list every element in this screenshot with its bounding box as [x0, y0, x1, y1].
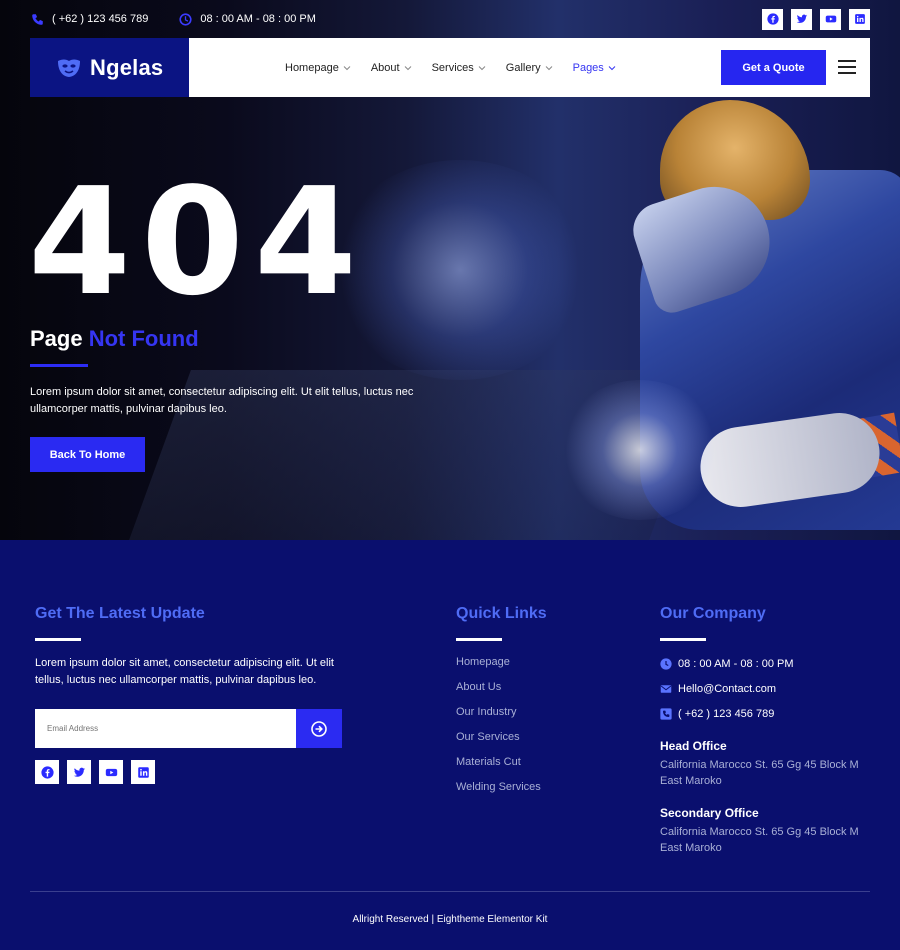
- phone-icon: [30, 12, 44, 26]
- phone-square-icon: [660, 708, 672, 720]
- site-footer: Get The Latest Update Lorem ipsum dolor …: [0, 540, 900, 950]
- envelope-icon: [660, 683, 672, 695]
- facebook-icon[interactable]: [762, 8, 783, 30]
- linkedin-icon[interactable]: [849, 8, 870, 30]
- secondary-office-address: California Marocco St. 65 Gg 45 Block M …: [660, 826, 859, 854]
- company-phone-text: ( +62 ) 123 456 789: [678, 708, 775, 720]
- chevron-down-icon: [545, 65, 552, 70]
- topbar-socials: [762, 8, 870, 30]
- hero-bg-sparks: [330, 160, 590, 380]
- get-quote-button[interactable]: Get a Quote: [721, 50, 826, 85]
- newsletter-underline: [35, 638, 81, 641]
- hamburger-menu-icon[interactable]: [838, 60, 856, 74]
- quick-links-underline: [456, 638, 502, 641]
- page-title-plain: Page: [30, 326, 89, 351]
- quick-link-about-us[interactable]: About Us: [456, 681, 541, 695]
- nav-item-label: Homepage: [285, 61, 339, 74]
- newsletter-submit-button[interactable]: [296, 709, 342, 748]
- copyright-text: Allright Reserved | Eightheme Elementor …: [352, 914, 548, 925]
- quick-link-welding-services[interactable]: Welding Services: [456, 781, 541, 795]
- twitter-icon[interactable]: [791, 8, 812, 30]
- quick-links-list: Homepage About Us Our Industry Our Servi…: [456, 656, 541, 795]
- head-office-address: California Marocco St. 65 Gg 45 Block M …: [660, 759, 859, 787]
- newsletter-text: Lorem ipsum dolor sit amet, consectetur …: [35, 657, 334, 686]
- main-navbar: Ngelas Homepage About Services Gallery P…: [30, 38, 870, 97]
- newsletter-heading: Get The Latest Update: [35, 605, 205, 622]
- nav-item-label: Gallery: [505, 61, 541, 74]
- company-heading: Our Company: [660, 605, 766, 622]
- youtube-icon[interactable]: [820, 8, 841, 30]
- nav-item-label: Pages: [572, 61, 604, 74]
- main-menu: Homepage About Services Gallery Pages: [285, 62, 616, 74]
- chevron-down-icon: [608, 65, 616, 70]
- nav-item-about[interactable]: About: [371, 62, 412, 74]
- title-underline: [30, 364, 88, 367]
- quick-link-our-industry[interactable]: Our Industry: [456, 706, 541, 720]
- topbar-hours-text: 08 : 00 AM - 08 : 00 PM: [200, 13, 316, 25]
- page-title: Page Not Found: [30, 326, 199, 352]
- topbar-phone-text: ( +62 ) 123 456 789: [52, 13, 149, 25]
- nav-item-services[interactable]: Services: [432, 62, 486, 74]
- site-logo[interactable]: Ngelas: [30, 38, 189, 97]
- topbar-hours: 08 : 00 AM - 08 : 00 PM: [178, 12, 316, 26]
- quick-links-heading: Quick Links: [456, 605, 547, 622]
- nav-item-gallery[interactable]: Gallery: [506, 62, 553, 74]
- twitter-icon[interactable]: [67, 760, 91, 784]
- page-title-highlight: Not Found: [88, 326, 199, 351]
- nav-item-label: Services: [431, 61, 474, 74]
- newsletter-form: [35, 709, 342, 748]
- nav-item-label: About: [370, 61, 400, 74]
- error-code: 404: [28, 156, 367, 328]
- footer-socials: [35, 760, 155, 784]
- logo-text: Ngelas: [90, 54, 164, 80]
- company-hours: 08 : 00 AM - 08 : 00 PM: [660, 657, 794, 671]
- chevron-down-icon: [343, 65, 351, 70]
- quick-link-our-services[interactable]: Our Services: [456, 731, 541, 745]
- back-to-home-button[interactable]: Back To Home: [30, 437, 145, 472]
- company-phone: ( +62 ) 123 456 789: [660, 707, 794, 721]
- email-input[interactable]: [35, 709, 296, 748]
- head-office-title: Head Office: [660, 739, 727, 753]
- quick-link-materials-cut[interactable]: Materials Cut: [456, 756, 541, 770]
- hero-description: Lorem ipsum dolor sit amet, consectetur …: [30, 386, 414, 415]
- mask-logo-icon: [58, 59, 80, 77]
- top-bar: ( +62 ) 123 456 789 08 : 00 AM - 08 : 00…: [30, 8, 870, 30]
- chevron-down-icon: [404, 65, 411, 70]
- chevron-down-icon: [478, 65, 486, 70]
- secondary-office-title: Secondary Office: [660, 806, 759, 820]
- hero-bg-weld-glow: [560, 380, 720, 520]
- clock-icon: [178, 12, 192, 26]
- company-contact-list: 08 : 00 AM - 08 : 00 PM Hello@Contact.co…: [660, 657, 794, 721]
- company-email: Hello@Contact.com: [660, 682, 794, 696]
- linkedin-icon[interactable]: [131, 760, 155, 784]
- topbar-phone: ( +62 ) 123 456 789: [30, 12, 148, 26]
- arrow-right-circle-icon: [311, 720, 327, 737]
- facebook-icon[interactable]: [35, 760, 59, 784]
- nav-item-homepage[interactable]: Homepage: [285, 62, 351, 74]
- clock-icon: [660, 658, 672, 670]
- company-underline: [660, 638, 706, 641]
- company-email-text[interactable]: Hello@Contact.com: [678, 683, 776, 695]
- company-hours-text: 08 : 00 AM - 08 : 00 PM: [678, 658, 794, 670]
- youtube-icon[interactable]: [99, 760, 123, 784]
- quick-link-homepage[interactable]: Homepage: [456, 656, 541, 670]
- footer-divider: [30, 891, 870, 892]
- nav-item-pages[interactable]: Pages: [573, 62, 616, 74]
